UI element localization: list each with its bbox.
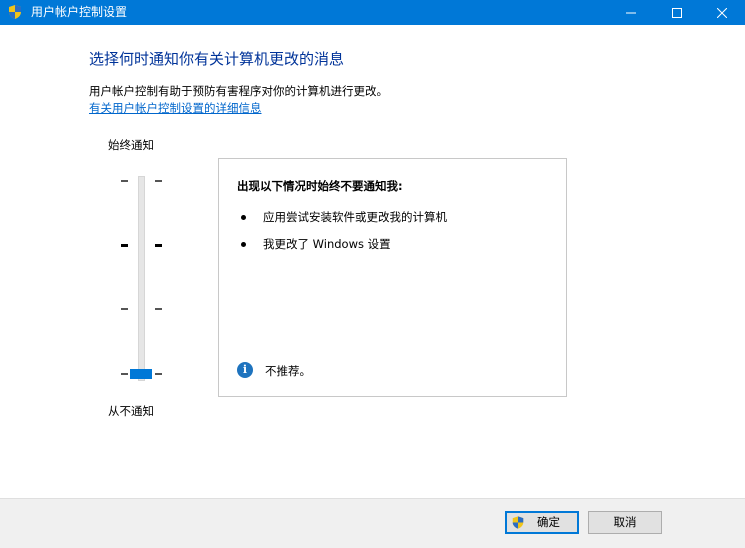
slider-tick-right bbox=[155, 180, 162, 182]
slider-tick-left bbox=[121, 180, 128, 182]
slider-top-label: 始终通知 bbox=[108, 138, 154, 152]
bullet-icon bbox=[241, 215, 246, 220]
box-title: 出现以下情况时始终不要通知我: bbox=[237, 179, 403, 193]
minimize-button[interactable] bbox=[608, 0, 654, 25]
bullet-icon bbox=[241, 242, 246, 247]
slider-tick-left bbox=[121, 244, 128, 247]
info-icon: i bbox=[237, 362, 253, 378]
recommendation-text: 不推荐。 bbox=[265, 364, 311, 378]
slider-tick-left bbox=[121, 308, 128, 310]
close-icon bbox=[717, 7, 727, 18]
slider-tick-left bbox=[121, 373, 128, 375]
slider-thumb[interactable] bbox=[130, 369, 152, 379]
ok-button[interactable]: 确定 bbox=[505, 511, 579, 534]
uac-shield-icon bbox=[9, 5, 21, 19]
slider-tick-right bbox=[155, 373, 162, 375]
uac-shield-icon bbox=[512, 516, 524, 529]
maximize-icon bbox=[672, 7, 682, 18]
dialog-footer: 确定 取消 bbox=[0, 498, 745, 548]
minimize-icon bbox=[626, 12, 636, 13]
close-button[interactable] bbox=[699, 0, 745, 25]
notification-level-slider[interactable] bbox=[118, 172, 168, 387]
maximize-button[interactable] bbox=[654, 0, 700, 25]
page-heading: 选择何时通知你有关计算机更改的消息 bbox=[89, 50, 345, 68]
description-text: 用户帐户控制有助于预防有害程序对你的计算机进行更改。 bbox=[89, 84, 388, 98]
window-title: 用户帐户控制设置 bbox=[31, 5, 128, 19]
title-bar: 用户帐户控制设置 bbox=[0, 0, 745, 25]
slider-tick-right bbox=[155, 244, 162, 247]
slider-track[interactable] bbox=[138, 176, 145, 381]
slider-bottom-label: 从不通知 bbox=[108, 404, 154, 418]
list-item-text: 应用尝试安装软件或更改我的计算机 bbox=[263, 210, 447, 224]
list-item-text: 我更改了 Windows 设置 bbox=[263, 237, 391, 251]
ok-button-label: 确定 bbox=[537, 515, 560, 529]
setting-description-box: 出现以下情况时始终不要通知我: 应用尝试安装软件或更改我的计算机 我更改了 Wi… bbox=[218, 158, 567, 397]
slider-tick-right bbox=[155, 308, 162, 310]
cancel-button[interactable]: 取消 bbox=[588, 511, 662, 534]
details-link[interactable]: 有关用户帐户控制设置的详细信息 bbox=[89, 100, 262, 116]
